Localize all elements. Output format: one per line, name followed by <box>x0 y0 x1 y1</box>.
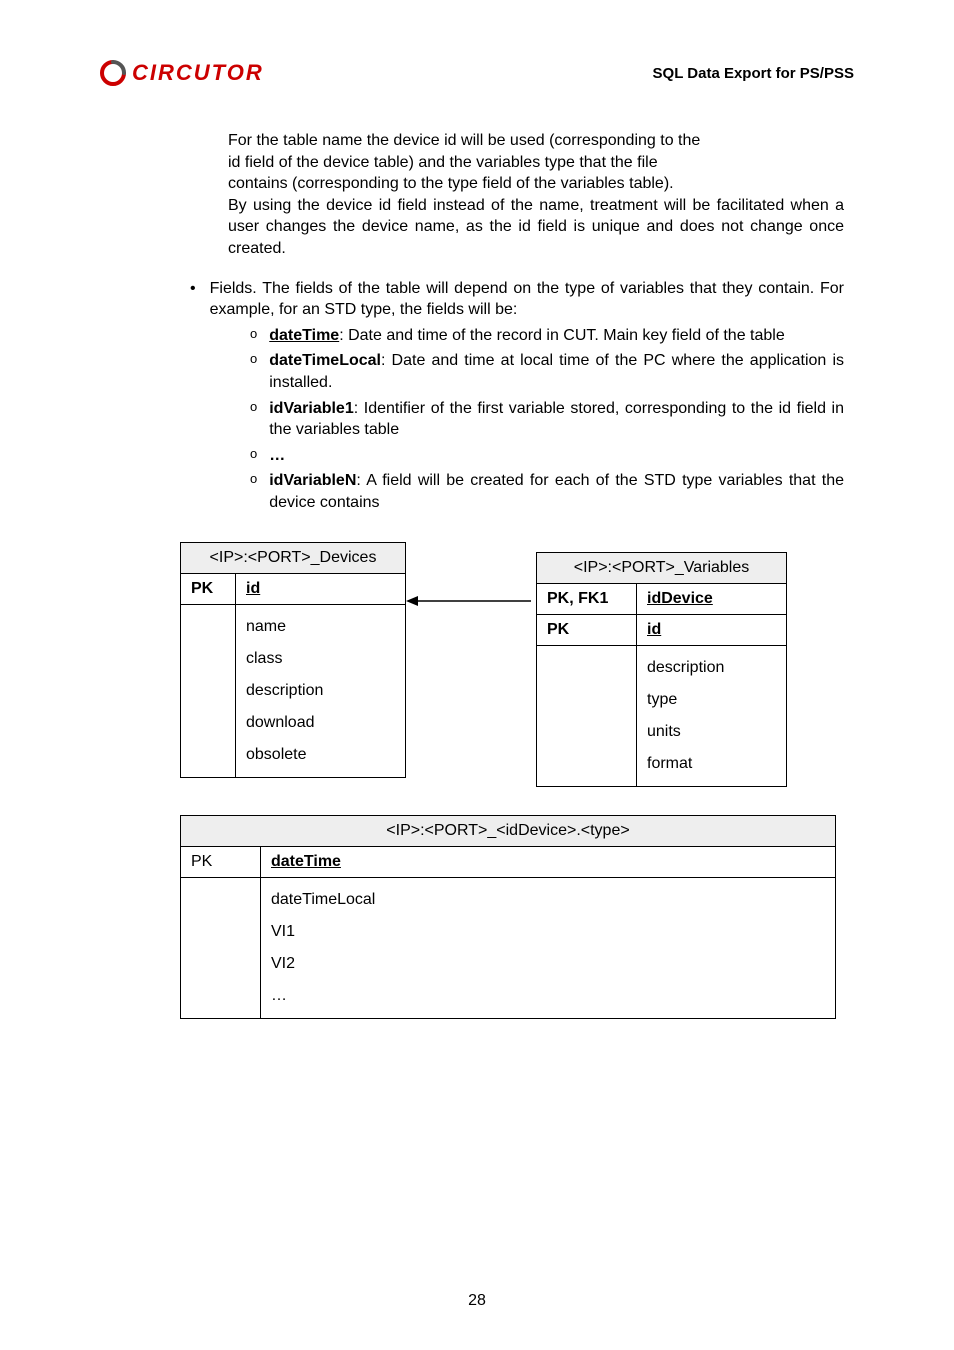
field: units <box>647 723 681 740</box>
bullet-text: Fields. The fields of the table will dep… <box>210 278 844 321</box>
detail-table-wrap: <IP>:<PORT>_<idDevice>.<type> PK dateTim… <box>180 815 836 1019</box>
para-line: For the table name the device id will be… <box>228 132 700 149</box>
page-number: 28 <box>0 1292 954 1310</box>
field: type <box>647 691 677 708</box>
sub-bullet-text: dateTime: Date and time of the record in… <box>269 325 785 347</box>
field: obsolete <box>246 746 307 763</box>
para-line: id field of the device table) and the va… <box>228 154 658 171</box>
page: CIRCUTOR SQL Data Export for PS/PSS For … <box>0 0 954 1350</box>
detail-pk: PK <box>181 846 261 877</box>
sub-bullet-icon: o <box>250 445 257 467</box>
empty-cell <box>181 877 261 1018</box>
empty-cell <box>181 604 236 777</box>
intro-paragraph: For the table name the device id will be… <box>228 130 844 260</box>
para-line: contains (corresponding to the type fiel… <box>228 175 674 192</box>
devices-id: id <box>236 573 406 604</box>
field: description <box>246 682 323 699</box>
variables-table-wrap: <IP>:<PORT>_Variables PK, FK1 idDevice P… <box>536 552 787 787</box>
devices-table-wrap: <IP>:<PORT>_Devices PK id name class des… <box>180 542 406 778</box>
variables-pkfk: PK, FK1 <box>537 583 637 614</box>
sub-bullet-text: dateTimeLocal: Date and time at local ti… <box>269 350 844 393</box>
devices-table: <IP>:<PORT>_Devices PK id name class des… <box>180 542 406 778</box>
devices-caption: <IP>:<PORT>_Devices <box>181 542 406 573</box>
detail-dt: dateTime <box>261 846 836 877</box>
sub-bullets: o dateTime: Date and time of the record … <box>250 325 844 514</box>
sub-bullet-icon: o <box>250 398 257 441</box>
field: … <box>271 987 287 1004</box>
devices-pk: PK <box>181 573 236 604</box>
arrow-icon <box>406 586 536 616</box>
fields-bullet: • Fields. The fields of the table will d… <box>190 278 844 321</box>
field: VI2 <box>271 955 295 972</box>
schema-tables-row: <IP>:<PORT>_Devices PK id name class des… <box>180 542 844 787</box>
document-title: SQL Data Export for PS/PSS <box>653 65 854 82</box>
variables-fields: description type units format <box>637 645 787 786</box>
variables-pk: PK <box>537 614 637 645</box>
devices-fields: name class description download obsolete <box>236 604 406 777</box>
field: description <box>647 659 724 676</box>
detail-fields: dateTimeLocal VI1 VI2 … <box>261 877 836 1018</box>
variables-iddevice: idDevice <box>637 583 787 614</box>
sub-bullet-icon: o <box>250 325 257 347</box>
variables-id: id <box>637 614 787 645</box>
sub-bullet-icon: o <box>250 470 257 513</box>
variables-table: <IP>:<PORT>_Variables PK, FK1 idDevice P… <box>536 552 787 787</box>
field: name <box>246 618 286 635</box>
bullet-dot-icon: • <box>190 278 196 321</box>
brand-mark-icon <box>100 60 126 86</box>
brand-text: CIRCUTOR <box>132 60 264 86</box>
variables-caption: <IP>:<PORT>_Variables <box>537 552 787 583</box>
sub-bullet-text: … <box>269 445 285 467</box>
empty-cell <box>537 645 637 786</box>
field: VI1 <box>271 923 295 940</box>
sub-bullet-icon: o <box>250 350 257 393</box>
field: dateTimeLocal <box>271 891 375 908</box>
relation-arrow <box>406 542 536 616</box>
sub-bullet-text: idVariableN: A field will be created for… <box>269 470 844 513</box>
detail-caption: <IP>:<PORT>_<idDevice>.<type> <box>181 815 836 846</box>
brand-logo: CIRCUTOR <box>100 60 264 86</box>
field: download <box>246 714 315 731</box>
field: class <box>246 650 282 667</box>
field: format <box>647 755 692 772</box>
para-line: By using the device id field instead of … <box>228 197 844 257</box>
sub-bullet-text: idVariable1: Identifier of the first var… <box>269 398 844 441</box>
detail-table: <IP>:<PORT>_<idDevice>.<type> PK dateTim… <box>180 815 836 1019</box>
page-header: CIRCUTOR SQL Data Export for PS/PSS <box>100 60 854 86</box>
